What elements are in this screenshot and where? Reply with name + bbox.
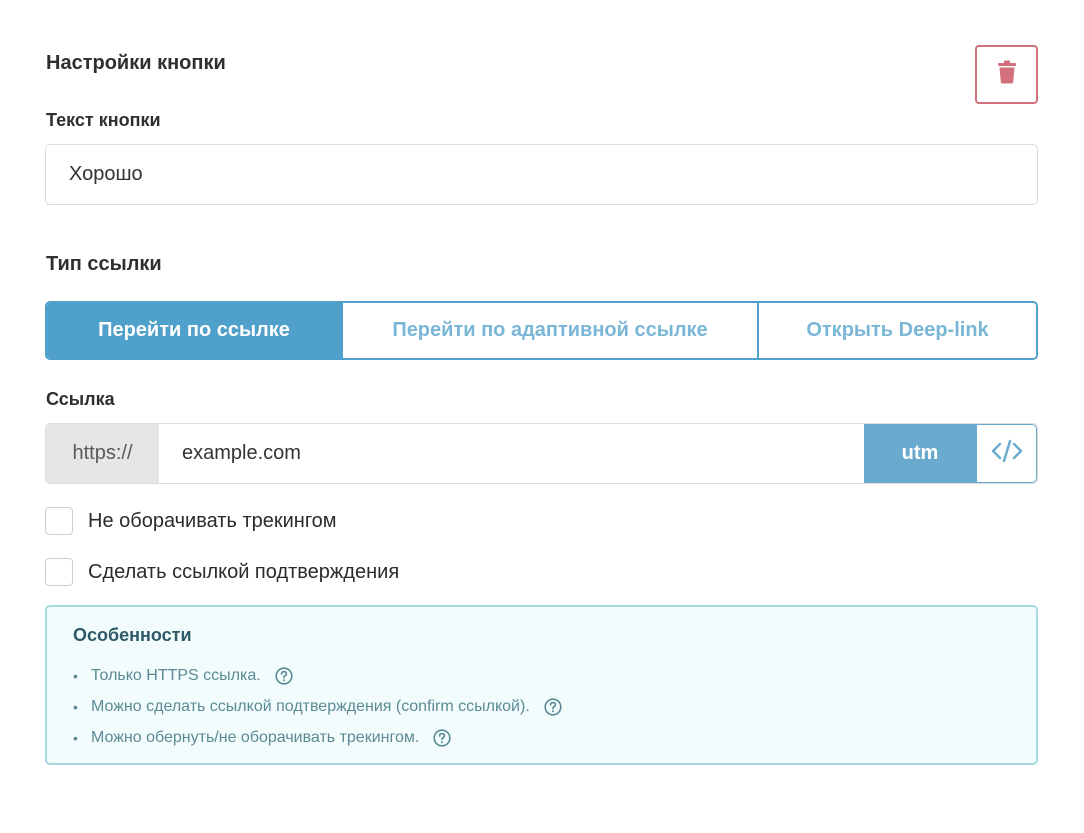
code-button[interactable] [976, 424, 1037, 483]
no-tracking-checkbox[interactable] [45, 507, 73, 535]
trash-icon [996, 60, 1018, 89]
question-circle-icon[interactable] [544, 697, 562, 716]
features-panel: Особенности • Только HTTPS ссылка. • Мож… [45, 605, 1038, 765]
feature-item: • Только HTTPS ссылка. [73, 660, 1010, 691]
button-text-label: Текст кнопки [46, 110, 161, 130]
link-input-group: https:// utm [45, 423, 1038, 484]
bullet: • [73, 729, 78, 746]
question-circle-icon[interactable] [275, 666, 293, 685]
feature-item: • Можно сделать ссылкой подтверждения (c… [73, 691, 1010, 722]
feature-item: • Можно обернуть/не оборачивать трекинго… [73, 722, 1010, 753]
button-text-input[interactable] [45, 144, 1038, 205]
question-circle-icon[interactable] [433, 728, 451, 747]
utm-button[interactable]: utm [864, 424, 976, 483]
delete-button[interactable] [975, 45, 1038, 104]
link-type-selector: Перейти по ссылке Перейти по адаптивной … [45, 301, 1038, 360]
feature-text: Только HTTPS ссылка. [91, 666, 261, 684]
no-tracking-option: Не оборачивать трекингом [45, 507, 337, 535]
code-icon [991, 439, 1023, 468]
link-type-option-adaptive[interactable]: Перейти по адаптивной ссылке [341, 303, 757, 358]
confirm-link-option: Сделать ссылкой подтверждения [45, 558, 399, 586]
features-title: Особенности [73, 625, 192, 645]
bullet: • [73, 667, 78, 684]
link-label: Ссылка [46, 389, 115, 409]
confirm-link-checkbox[interactable] [45, 558, 73, 586]
section-title: Настройки кнопки [46, 52, 226, 74]
bullet: • [73, 698, 78, 715]
feature-text: Можно обернуть/не оборачивать трекингом. [91, 728, 420, 746]
link-type-option-link[interactable]: Перейти по ссылке [47, 303, 341, 358]
feature-text: Можно сделать ссылкой подтверждения (con… [91, 697, 530, 715]
link-type-label: Тип ссылки [46, 253, 162, 275]
link-input[interactable] [159, 424, 864, 483]
link-type-option-deeplink[interactable]: Открыть Deep-link [757, 303, 1036, 358]
url-prefix: https:// [46, 424, 159, 483]
no-tracking-label[interactable]: Не оборачивать трекингом [88, 510, 337, 533]
confirm-link-label[interactable]: Сделать ссылкой подтверждения [88, 561, 399, 584]
